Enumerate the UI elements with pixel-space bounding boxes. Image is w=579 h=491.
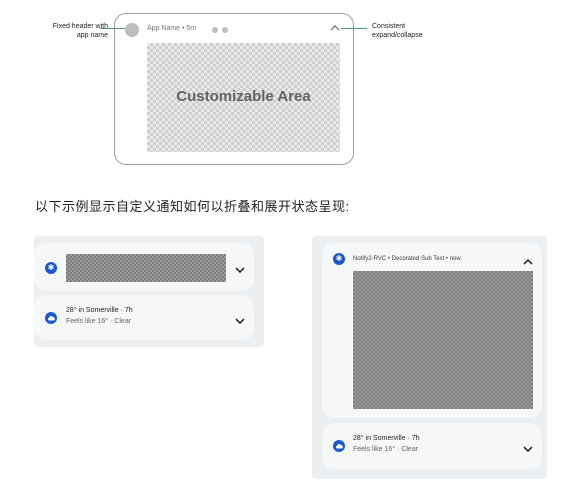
dot-icon: [212, 27, 218, 33]
app-icon: [125, 23, 139, 37]
dot-icon: [222, 27, 228, 33]
callout-line-1: Fixed header with: [52, 23, 108, 30]
customizable-area-label: Customizable Area: [176, 88, 311, 105]
chevron-up-icon[interactable]: [523, 254, 533, 268]
caption: 以下示例显示自定义通知如何以折叠和展开状态呈现:: [35, 199, 350, 214]
callout-connector: [341, 28, 367, 29]
callout-line-1: Consistent: [372, 23, 406, 30]
callout-connector: [100, 28, 125, 29]
chevron-down-icon[interactable]: [235, 263, 245, 277]
callout-line-2: expand/collapse: [372, 32, 423, 39]
cloud-icon: [333, 440, 345, 452]
notification-header: Notify2-RVC • Decorated Sub Text • now: [353, 256, 461, 262]
callout-expand-collapse: Consistent expand/collapse: [372, 22, 462, 40]
app-icon: ✱: [45, 262, 57, 274]
callout-fixed-header: Fixed header with app name: [20, 22, 108, 40]
custom-content-expanded: [353, 271, 533, 409]
weather-subtitle: Feels like 16° · Clear: [66, 318, 132, 325]
chevron-down-icon[interactable]: [523, 442, 533, 456]
custom-content-collapsed: [66, 254, 226, 282]
weather-title: 28° in Somerville · 7h: [66, 307, 133, 314]
diagram-header-text: App Name • 5m: [147, 25, 197, 32]
chevron-down-icon[interactable]: [235, 314, 245, 328]
cloud-icon: [45, 312, 57, 324]
chevron-up-icon: [330, 23, 340, 34]
weather-title: 28° in Somerville · 7h: [353, 435, 420, 442]
app-icon: ✱: [333, 253, 345, 265]
weather-subtitle: Feels like 16° · Clear: [353, 446, 419, 453]
callout-line-2: app name: [76, 32, 108, 39]
